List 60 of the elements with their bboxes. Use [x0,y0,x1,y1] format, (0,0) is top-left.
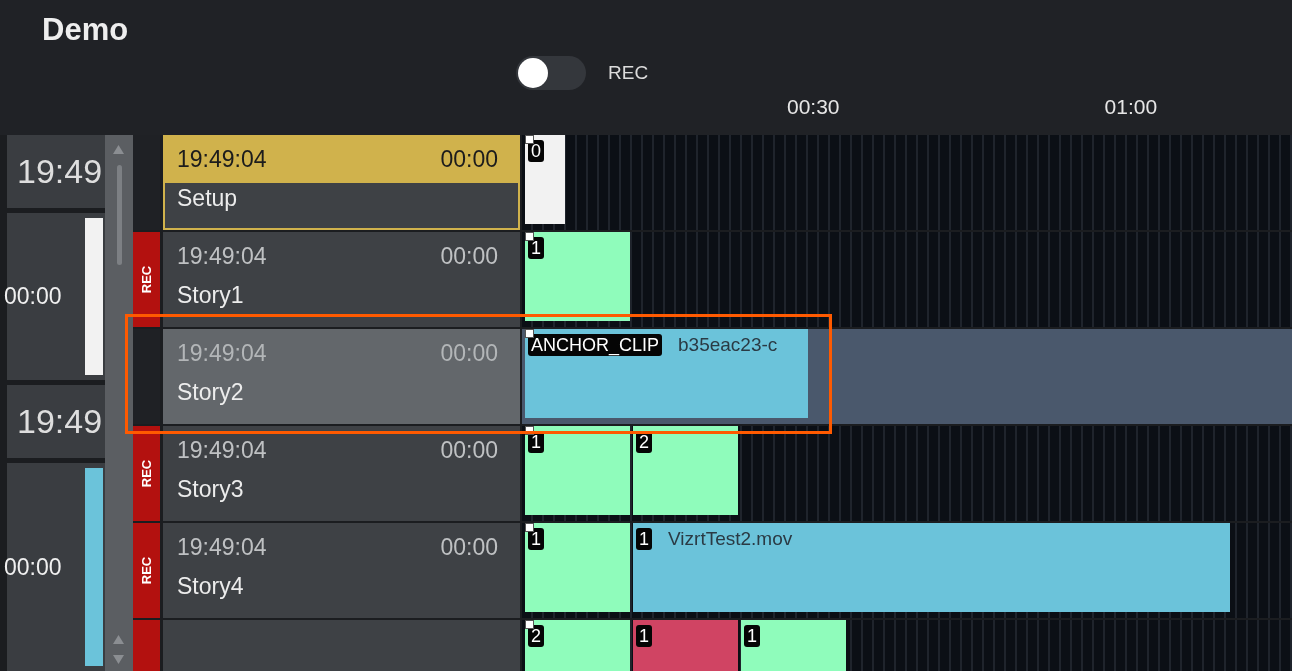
clip-handle[interactable] [525,523,534,532]
clip-badge: 0 [528,140,544,162]
story-time: 19:49:04 [177,340,267,368]
story-time: 19:49:04 [177,146,267,174]
clip-label: VizrtTest2.mov [668,528,793,550]
story-duration: 00:00 [440,243,498,271]
timeline-clip[interactable]: 2 [633,426,738,516]
scroll-thumb[interactable] [117,165,122,265]
clip-badge: 1 [528,237,544,259]
clock-text: 19:49 [16,152,103,191]
story-name: Story2 [176,378,245,407]
clip-handle[interactable] [525,426,534,435]
story-duration: 00:00 [440,534,498,562]
duration-text: 00:00 [4,283,62,310]
clip-badge: ANCHOR_CLIP [528,334,663,356]
clip-badge: 1 [636,625,652,647]
rec-label: REC [139,265,154,294]
ruler-label: 01:00 [1104,95,1158,119]
story-name: Setup [176,184,239,213]
story-time: 19:49:04 [177,534,267,562]
story-card[interactable]: 19:49:04 00:00 Story3 [163,426,520,521]
clip-handle[interactable] [525,329,534,338]
clip-badge: 2 [528,625,544,647]
duration-text: 00:00 [4,553,62,581]
timeline-clip[interactable]: 1 [525,232,630,322]
window-title: Demo [41,11,130,49]
timeline-clip[interactable]: 2 [525,620,630,671]
story-time: 19:49:04 [177,437,267,465]
story-duration: 00:00 [440,340,498,368]
scrollbar[interactable] [105,135,133,671]
rec-label: REC [139,459,154,488]
story-duration: 00:00 [440,146,498,174]
clip-handle[interactable] [525,135,534,144]
story-card[interactable]: 19:49:04 00:00 Setup [163,135,520,230]
clip-handle[interactable] [525,232,534,241]
timeline-clip[interactable]: 1 [525,426,630,516]
timeline-clip[interactable]: 1 [525,523,630,613]
clip-label: b35eac23-c [678,334,778,356]
timeline-clip[interactable]: 0 [525,135,565,225]
story-name: Story1 [176,281,245,310]
story-duration: 00:00 [440,437,498,465]
story-card[interactable]: 19:49:04 00:00 Story2 [163,329,520,424]
story-card[interactable]: 19:49:04 00:00 Story1 [163,232,520,327]
story-name: Story4 [176,572,245,601]
story-name: Story3 [176,475,245,504]
timeline-clip[interactable]: 1 [633,620,738,671]
toggle-label: REC [608,62,649,84]
ruler-label: 00:30 [787,95,840,119]
rec-toggle[interactable] [516,56,586,90]
timeline-clip[interactable]: 1 VizrtTest2.mov [633,523,1230,613]
timeline-clip[interactable]: ANCHOR_CLIP b35eac23-c [525,329,808,419]
clip-badge: 1 [744,625,760,647]
clock-text: 19:49 [16,402,103,441]
clip-badge: 1 [636,528,652,550]
story-time: 19:49:04 [177,243,267,271]
clip-badge: 1 [528,528,544,550]
timeline-clip[interactable]: 1 [741,620,846,671]
clip-handle[interactable] [525,620,534,629]
rec-label: REC [139,556,154,585]
story-card[interactable]: 19:49:04 00:00 Story4 [163,523,520,618]
